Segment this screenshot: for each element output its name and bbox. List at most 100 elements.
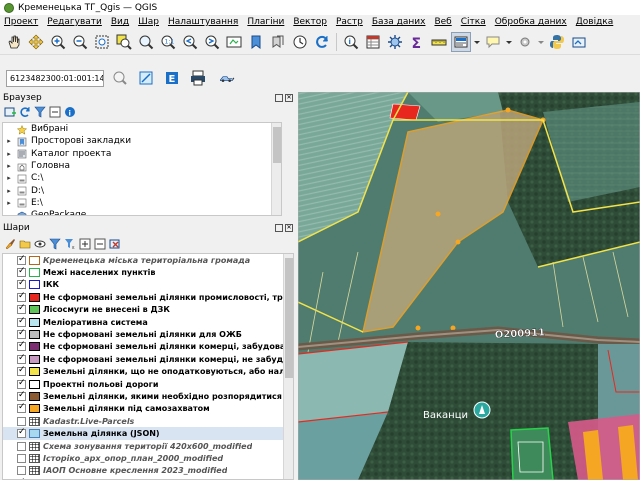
layer-row[interactable]: Не сформовані земельні ділянки комерці, … [3, 353, 293, 365]
layer-row[interactable]: Земельні ділянки, що не оподатковуються,… [3, 365, 293, 378]
float-panel-icon[interactable] [275, 94, 283, 102]
eye-visibility-icon[interactable] [34, 238, 46, 250]
browser-item[interactable]: ▸ C:\ [3, 172, 281, 184]
show-bookmarks-icon[interactable] [268, 32, 288, 52]
browser-item[interactable]: ▸ Головна [3, 160, 281, 172]
layer-row[interactable]: Історіко_арх_опор_план_2000_modified [3, 452, 293, 464]
layer-visibility-checkbox[interactable] [17, 316, 26, 327]
zoom-last-icon[interactable] [180, 32, 200, 52]
expand-arrow-icon[interactable]: ▸ [5, 162, 13, 170]
layer-visibility-checkbox[interactable] [17, 427, 26, 439]
layer-row[interactable]: Kadastr.Live-Parcels [3, 415, 293, 427]
layer-visibility-checkbox[interactable] [17, 278, 26, 290]
layer-visibility-checkbox[interactable] [17, 254, 26, 265]
menu-item[interactable]: Довідка [576, 17, 614, 27]
add-layer-icon[interactable] [4, 106, 16, 118]
browser-item[interactable]: ▸ E:\ [3, 197, 281, 209]
expand-arrow-icon[interactable]: ▸ [5, 199, 13, 207]
statistics-sigma-icon[interactable]: Σ [407, 32, 427, 52]
filter-by-expression-icon[interactable]: ε [64, 238, 76, 250]
remove-layer-icon[interactable] [109, 238, 121, 250]
layer-visibility-checkbox[interactable] [17, 441, 26, 451]
menu-item[interactable]: Веб [434, 17, 451, 27]
attribute-table-icon[interactable] [363, 32, 383, 52]
menu-item[interactable]: Налаштування [168, 17, 238, 27]
layer-row[interactable]: Межі населених пунктів [3, 266, 293, 278]
refresh-icon[interactable] [312, 32, 332, 52]
zoom-native-icon[interactable]: 1:1 [158, 32, 178, 52]
expand-all-icon[interactable] [79, 238, 91, 250]
layer-visibility-checkbox[interactable] [17, 303, 26, 315]
layer-visibility-checkbox[interactable] [17, 266, 26, 278]
menu-item[interactable]: Плагіни [247, 17, 284, 27]
menu-item[interactable]: Обробка даних [495, 17, 567, 27]
zoom-next-icon[interactable] [202, 32, 222, 52]
dropdown-arrow-icon[interactable] [537, 32, 545, 52]
layer-row[interactable]: ІАОП Основне креслення 2023_modified [3, 465, 293, 477]
measure-ruler-icon[interactable] [429, 32, 449, 52]
browser-item[interactable]: ▸ Каталог проекта [3, 148, 281, 160]
zoom-in-icon[interactable] [48, 32, 68, 52]
collapse-all-icon[interactable] [49, 106, 61, 118]
zoom-to-selection-icon[interactable] [114, 32, 134, 52]
plugin-tool-icon[interactable] [569, 32, 589, 52]
layer-row[interactable]: Земельні ділянки, якими необхідно розпор… [3, 390, 293, 402]
layer-visibility-checkbox[interactable] [17, 340, 26, 352]
browser-item[interactable]: GeoPackage [3, 209, 281, 215]
menu-item[interactable]: Растр [336, 17, 363, 27]
layer-row[interactable]: Земельна ділянка (JSON) [3, 427, 293, 440]
processing-toolbox-icon[interactable] [385, 32, 405, 52]
menu-item[interactable]: Вид [111, 17, 129, 27]
expand-arrow-icon[interactable]: ▸ [5, 150, 13, 158]
layer-row[interactable]: Меліоративна система [3, 316, 293, 328]
layer-row[interactable]: Не сформовані земельні ділянки комерці, … [3, 340, 293, 353]
locate-parcel-icon[interactable] [136, 68, 156, 88]
map-canvas[interactable]: O200911 Ваканци [298, 92, 640, 480]
layer-visibility-checkbox[interactable] [17, 378, 26, 389]
expand-arrow-icon[interactable]: ▸ [5, 174, 13, 182]
browser-scrollbar[interactable] [271, 123, 281, 215]
layer-visibility-checkbox[interactable] [17, 453, 26, 463]
add-group-icon[interactable] [19, 238, 31, 250]
layer-row[interactable]: Земельні ділянки під самозахватом [3, 402, 293, 415]
menu-item[interactable]: Редагувати [47, 17, 102, 27]
map-tips-icon[interactable] [483, 32, 503, 52]
new-bookmark-icon[interactable] [246, 32, 266, 52]
browser-item[interactable]: ▸ Просторові закладки [3, 135, 281, 147]
layer-visibility-checkbox[interactable] [17, 353, 26, 364]
float-panel-icon[interactable] [275, 224, 283, 232]
e-plugin-icon[interactable]: E [162, 68, 182, 88]
layer-row[interactable]: Схема зонування території 420х600_modifi… [3, 440, 293, 452]
print-layout-icon[interactable] [188, 68, 208, 88]
map-swipe-tool-icon[interactable] [214, 68, 240, 88]
layer-visibility-checkbox[interactable] [17, 466, 26, 476]
collapse-all-icon[interactable] [94, 238, 106, 250]
layer-visibility-checkbox[interactable] [17, 416, 26, 426]
layers-scrollbar[interactable] [283, 254, 293, 479]
dropdown-arrow-icon[interactable] [505, 32, 513, 52]
zoom-full-icon[interactable] [92, 32, 112, 52]
close-panel-icon[interactable]: ✕ [285, 94, 293, 102]
settings-gear-icon[interactable] [515, 32, 535, 52]
menu-item[interactable]: Проект [4, 17, 38, 27]
menu-item[interactable]: База даних [372, 17, 426, 27]
new-map-view-icon[interactable] [224, 32, 244, 52]
menu-item[interactable]: Шар [138, 17, 159, 27]
zoom-to-layer-icon[interactable] [136, 32, 156, 52]
layer-visibility-checkbox[interactable] [17, 291, 26, 302]
layer-row[interactable]: Не сформовані земельні ділянки промислов… [3, 291, 293, 303]
zoom-out-icon[interactable] [70, 32, 90, 52]
browser-item[interactable]: ▸ D:\ [3, 184, 281, 196]
dropdown-arrow-icon[interactable] [473, 32, 481, 52]
menu-item[interactable]: Сітка [461, 17, 486, 27]
close-panel-icon[interactable]: ✕ [285, 224, 293, 232]
expand-arrow-icon[interactable]: ▸ [5, 137, 13, 145]
refresh-icon[interactable] [19, 106, 31, 118]
browser-item[interactable]: Вибрані [3, 123, 281, 135]
layer-row[interactable]: Не сформовані земельні ділянки для ОЖБ [3, 328, 293, 340]
style-paintbrush-icon[interactable] [4, 238, 16, 250]
layer-visibility-checkbox[interactable] [17, 365, 26, 377]
layer-row[interactable]: ІКК [3, 278, 293, 291]
identify-features-icon[interactable]: i [341, 32, 361, 52]
python-console-icon[interactable] [547, 32, 567, 52]
